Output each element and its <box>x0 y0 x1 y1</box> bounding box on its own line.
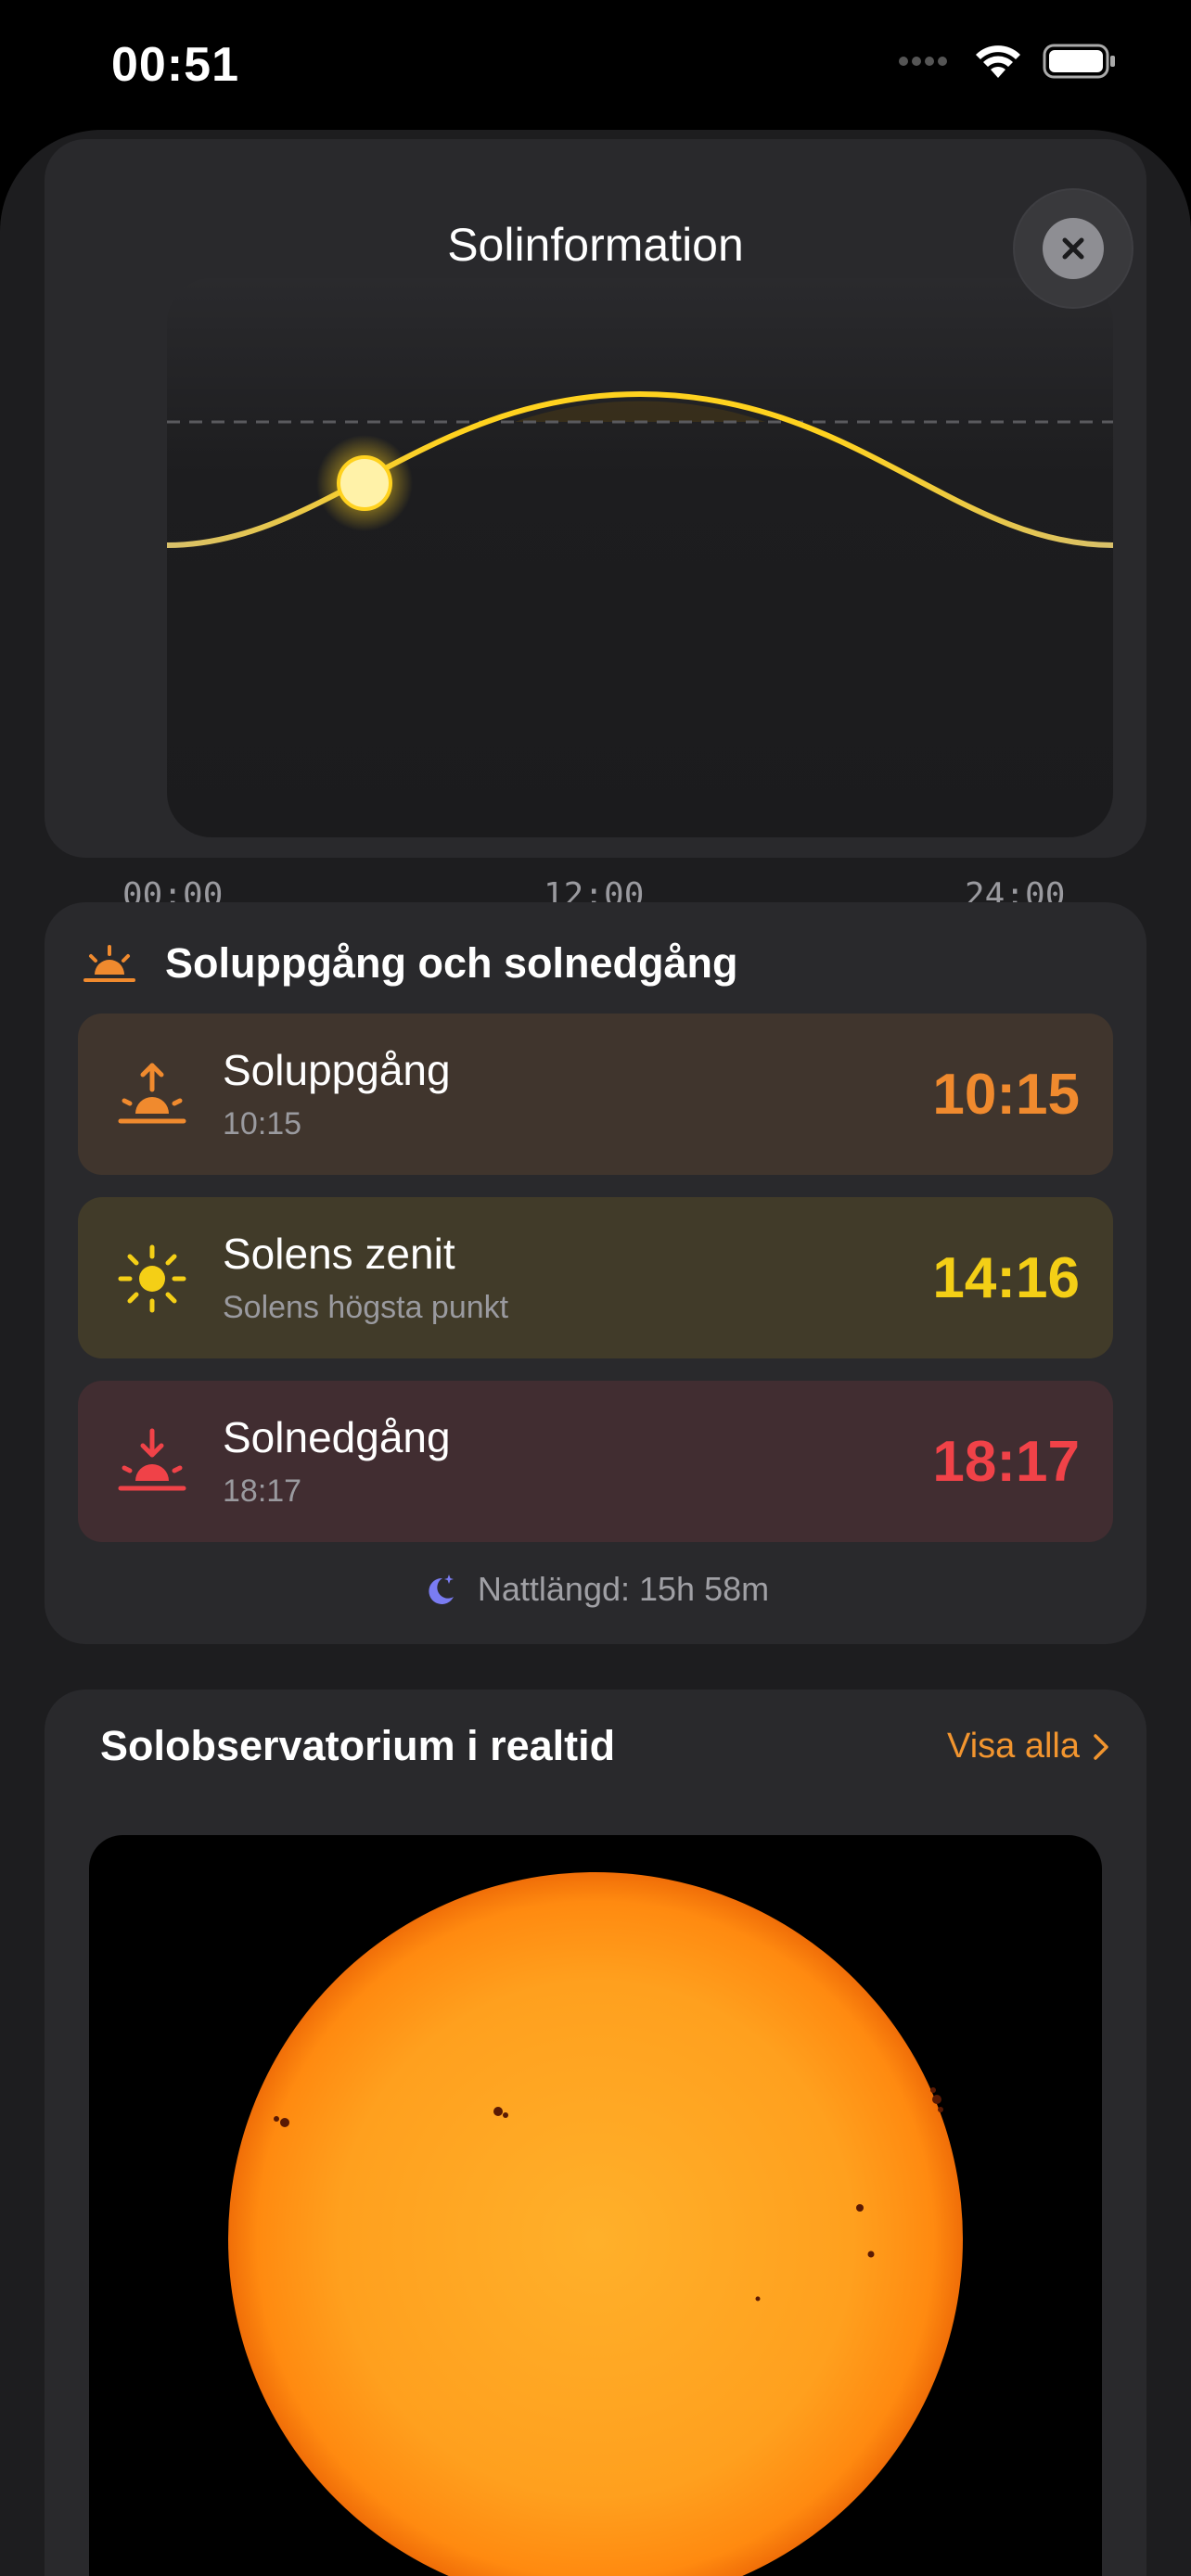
current-sun-marker <box>337 455 392 511</box>
event-name: Soluppgång <box>223 1046 451 1094</box>
event-name: Solnedgång <box>223 1413 451 1461</box>
event-row-sunrise: Soluppgång 10:15 10:15 <box>78 1014 1113 1175</box>
sunrise-icon <box>83 945 135 982</box>
view-all-link[interactable]: Visa alla <box>947 1727 1109 1766</box>
event-name: Solens zenit <box>223 1230 455 1278</box>
battery-icon <box>1043 44 1115 79</box>
night-length: Nattlängd: 15h 58m <box>45 1570 1146 1609</box>
sunset-icon <box>118 1428 186 1491</box>
view-all-label: Visa alla <box>947 1727 1080 1766</box>
status-time: 00:51 <box>111 38 239 92</box>
night-length-text: Nattlängd: 15h 58m <box>477 1570 770 1608</box>
section-title: Soluppgång och solnedgång <box>165 939 738 987</box>
event-time: 18:17 <box>932 1430 1080 1494</box>
sun-path-chart <box>167 278 1113 837</box>
event-subtitle: 10:15 <box>223 1106 302 1141</box>
sunrise-icon <box>118 1063 186 1124</box>
chevron-right-icon <box>1094 1733 1108 1760</box>
sunrise-sunset-header: Soluppgång och solnedgång <box>82 939 737 988</box>
status-bar: 00:51 <box>0 0 1191 130</box>
event-subtitle: Solens högsta punkt <box>223 1290 509 1325</box>
close-icon <box>1043 218 1104 279</box>
sun-icon <box>118 1244 186 1313</box>
status-icons <box>898 43 1117 80</box>
observatory-card: Solobservatorium i realtid Visa alla <box>45 1690 1146 2576</box>
observatory-title: Solobservatorium i realtid <box>100 1722 616 1769</box>
event-row-sunset: Solnedgång 18:17 18:17 <box>78 1381 1113 1542</box>
cellular-signal-icon <box>899 57 947 66</box>
event-time: 10:15 <box>932 1063 1080 1127</box>
close-button[interactable] <box>1013 188 1133 309</box>
sun-disk <box>228 1872 963 2576</box>
event-subtitle: 18:17 <box>223 1473 302 1509</box>
event-time: 14:16 <box>932 1246 1080 1310</box>
wifi-icon <box>976 45 1020 78</box>
solar-observatory-image[interactable] <box>89 1835 1102 2576</box>
sun-disk-image <box>228 1872 963 2576</box>
event-row-zenith: Solens zenit Solens högsta punkt 14:16 <box>78 1197 1113 1358</box>
sunrise-sunset-card: Soluppgång och solnedgång Soluppgång 10:… <box>45 902 1146 1644</box>
chart-panel-bg <box>167 278 1113 837</box>
moon-stars-icon <box>429 1575 454 1604</box>
